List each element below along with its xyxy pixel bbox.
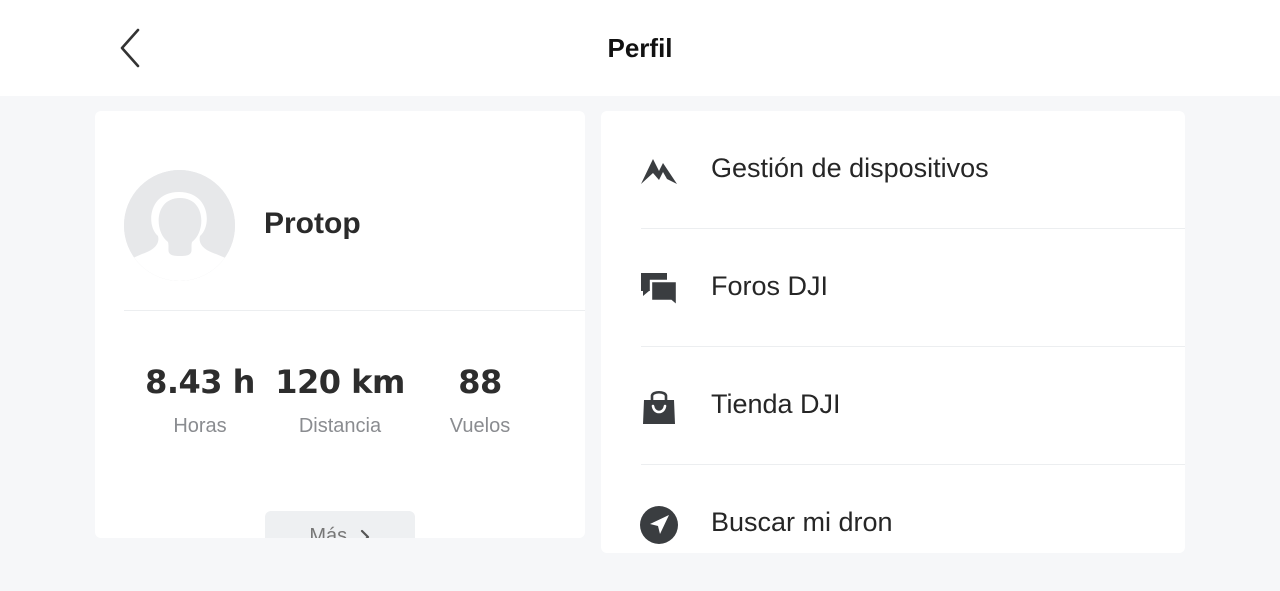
flight-stats: 8.43 h Horas 120 km Distancia 88 Vuelos <box>135 363 575 453</box>
stat-distance: 120 km Distancia <box>275 363 405 438</box>
stat-value: 8.43 h <box>145 363 255 401</box>
shopping-bag-icon <box>639 387 679 427</box>
menu-item-find-my-drone[interactable]: Buscar mi dron <box>601 465 1185 553</box>
profile-card: Protop 8.43 h Horas 120 km Distancia 88 … <box>95 111 585 538</box>
navigation-arrow-icon <box>639 505 679 545</box>
stat-value: 88 <box>458 363 502 401</box>
top-bar: Perfil <box>0 0 1280 96</box>
dji-logo-icon <box>639 151 679 191</box>
username: Protop <box>264 207 361 240</box>
avatar[interactable] <box>124 170 235 281</box>
divider <box>124 310 585 311</box>
default-avatar-icon <box>124 170 235 281</box>
more-button[interactable]: Más <box>265 511 415 538</box>
menu-item-store[interactable]: Tienda DJI <box>601 347 1185 465</box>
stat-label: Horas <box>173 415 227 437</box>
stat-value: 120 km <box>275 363 405 401</box>
stat-flights: 88 Vuelos <box>415 363 545 438</box>
chat-bubbles-icon <box>639 269 679 309</box>
menu-card: Gestión de dispositivos Foros DJI Tienda… <box>601 111 1185 553</box>
menu-item-label: Buscar mi dron <box>711 507 893 537</box>
stat-label: Distancia <box>298 415 382 437</box>
menu-item-device-management[interactable]: Gestión de dispositivos <box>601 111 1185 229</box>
stat-label: Vuelos <box>449 415 511 437</box>
chevron-right-icon <box>360 529 369 538</box>
page-title: Perfil <box>607 33 673 63</box>
menu-item-label: Foros DJI <box>711 271 829 301</box>
menu-item-forums[interactable]: Foros DJI <box>601 229 1185 347</box>
stat-hours: 8.43 h Horas <box>135 363 265 438</box>
more-button-label: Más <box>309 525 348 538</box>
menu-item-label: Tienda DJI <box>711 389 841 419</box>
menu-item-label: Gestión de dispositivos <box>711 153 989 183</box>
